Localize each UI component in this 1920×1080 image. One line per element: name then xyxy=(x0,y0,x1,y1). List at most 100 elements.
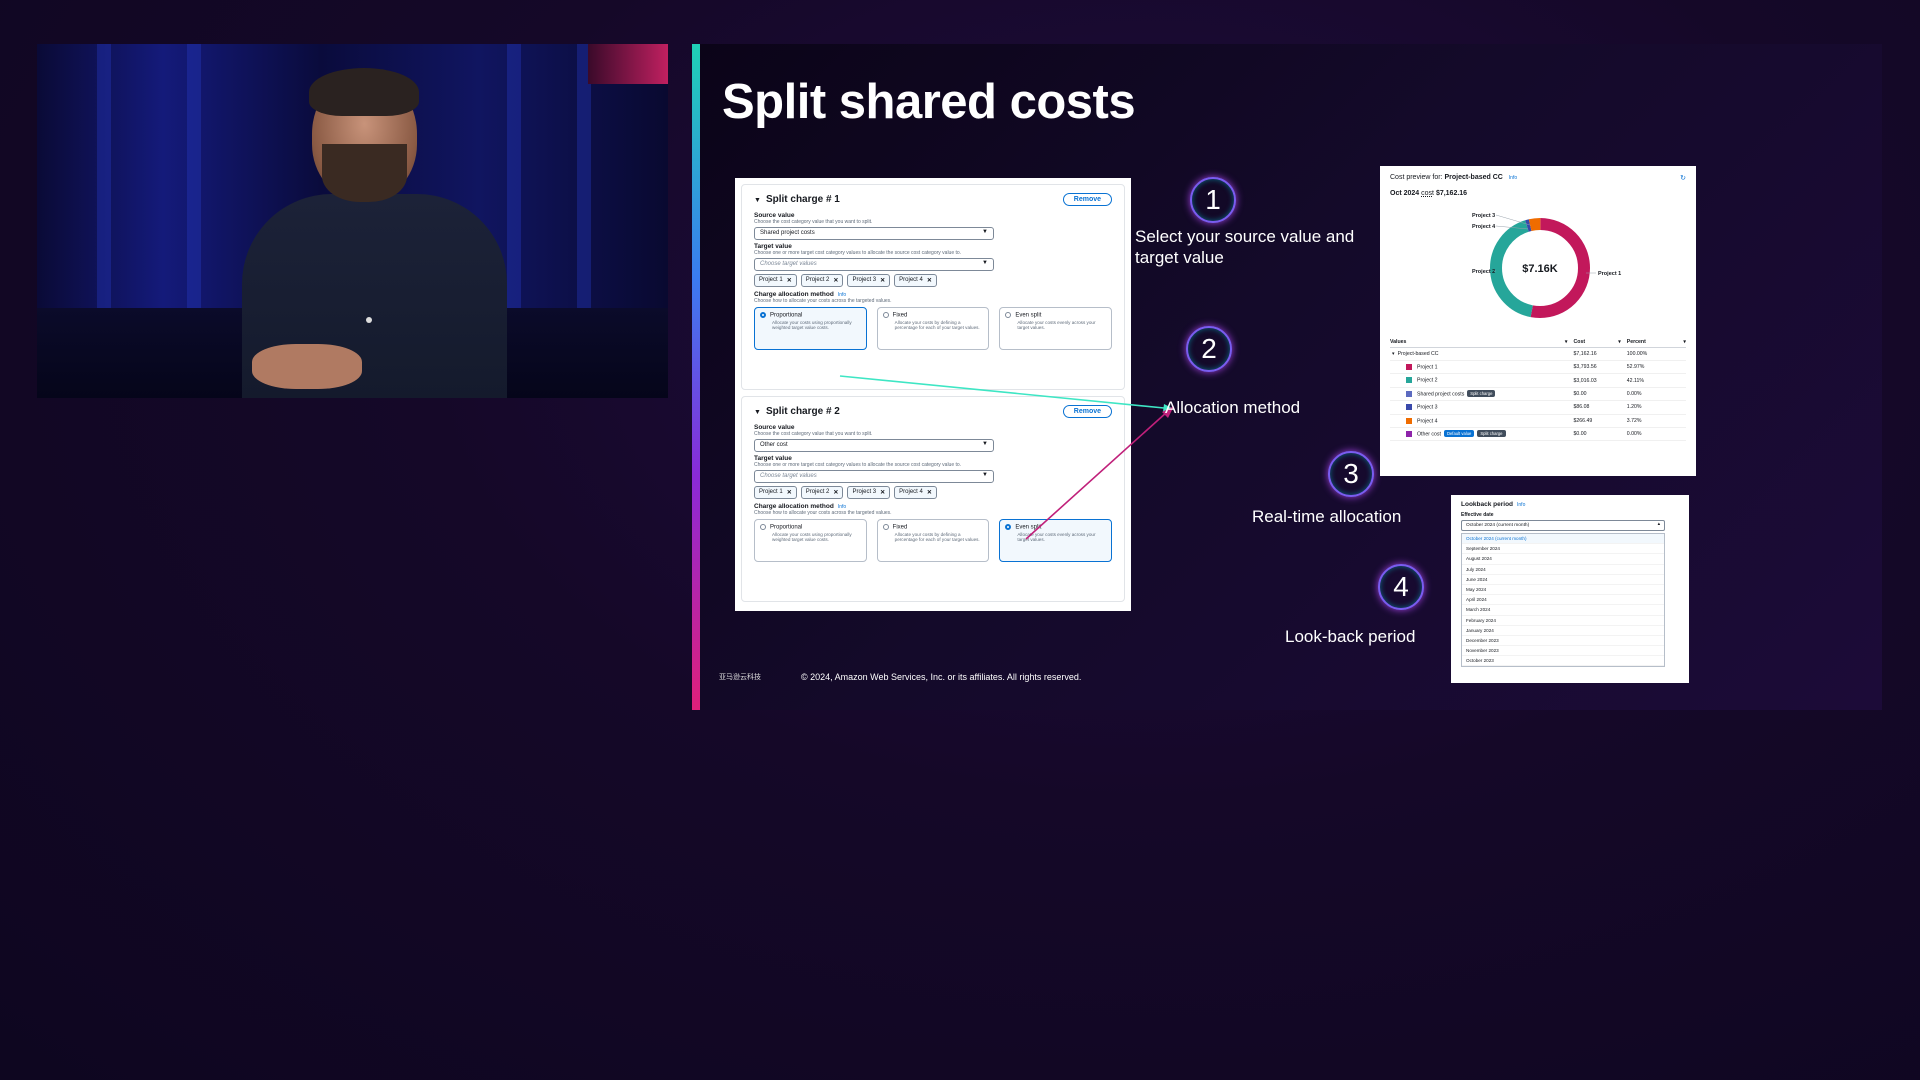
series-swatch xyxy=(1406,417,1412,424)
effective-date-option[interactable]: October 2023 xyxy=(1462,656,1664,667)
step-2-badge: 2 xyxy=(1186,326,1232,372)
step-2-text: Allocation method xyxy=(1165,398,1301,417)
speaker-beard xyxy=(322,144,407,202)
table-row: Project 2 $3,016.03 42.11% xyxy=(1390,373,1686,388)
col-percent[interactable]: Percent ▾ xyxy=(1626,337,1686,348)
cost-preview-table: Values ▾ Cost ▾ Percent ▾ ▾ Project-based… xyxy=(1390,337,1686,442)
cost-donut-chart: $7.16K Project 3 Project 4 Project 2 Project… xyxy=(1390,201,1690,331)
step-1-text: Select your source value and target valu… xyxy=(1135,227,1355,268)
donut-center-label: $7.16K xyxy=(1522,263,1558,275)
period-label: Oct 2024 xyxy=(1390,190,1420,197)
row-cost-cell: $7,162.16 xyxy=(1573,347,1627,361)
col-values[interactable]: Values ▾ xyxy=(1390,337,1574,348)
series-swatch xyxy=(1406,430,1412,437)
cost-preview-panel: Cost preview for: Project-based CC Info … xyxy=(1380,166,1696,476)
status-badge: Split charge xyxy=(1477,430,1506,438)
speaker-hand xyxy=(252,344,362,389)
donut-label: Project 3 xyxy=(1472,213,1495,219)
slide-footer: 亚马逊云科技 © 2024, Amazon Web Services, Inc.… xyxy=(719,672,1081,682)
row-name-cell: Project 2 xyxy=(1390,373,1574,388)
cost-preview-period: Oct 2024 cost $7,162.16 xyxy=(1390,190,1686,197)
status-badge: Default value xyxy=(1443,430,1475,438)
effective-date-option[interactable]: April 2024 xyxy=(1462,595,1664,606)
effective-date-option[interactable]: October 2024 (current month) xyxy=(1462,534,1664,545)
cost-preview-info-link[interactable]: Info xyxy=(1509,175,1517,181)
donut-label-leader xyxy=(1495,214,1531,226)
aws-logo: 亚马逊云科技 xyxy=(719,674,761,681)
presentation-slide: Split shared costs ▼ Split charge # 1 Rem… xyxy=(692,44,1882,710)
row-name-cell: Other cost Default value Split charge xyxy=(1390,427,1574,442)
effective-date-options: October 2024 (current month) September 20… xyxy=(1461,533,1665,668)
speaker-hair xyxy=(309,68,419,116)
effective-date-option[interactable]: January 2024 xyxy=(1462,626,1664,636)
table-row: Project 4 $266.49 3.72% xyxy=(1390,414,1686,428)
cost-preview-label: Cost preview for: xyxy=(1390,174,1443,181)
cost-preview-name: Project-based CC xyxy=(1444,174,1503,181)
table-row: ▾ Project-based CC $7,162.16 100.00% xyxy=(1390,347,1686,361)
table-row: Project 1 $3,793.56 52.97% xyxy=(1390,360,1686,375)
step-connectors xyxy=(839,375,1174,540)
row-cost-cell: $3,016.03 xyxy=(1573,373,1627,388)
status-badge: Split charge xyxy=(1467,390,1496,398)
effective-date-option[interactable]: May 2024 xyxy=(1462,585,1664,596)
row-percent-cell: 100.00% xyxy=(1626,347,1686,361)
row-cost-cell: $266.49 xyxy=(1573,414,1627,428)
lookback-period-panel: Lookback period Info Effective date Octob… xyxy=(1451,495,1689,683)
step-4-text: Look-back period xyxy=(1285,627,1416,646)
cost-preview-rows: ▾ Project-based CC $7,162.16 100.00% Proj… xyxy=(1390,347,1686,442)
effective-date-option[interactable]: February 2024 xyxy=(1462,616,1664,626)
speaker-video xyxy=(37,44,668,398)
chevron-up-icon: ▴ xyxy=(1657,522,1660,527)
row-percent-cell: 0.00% xyxy=(1626,387,1686,402)
series-swatch xyxy=(1406,364,1412,370)
row-cost-cell: $0.00 xyxy=(1573,427,1627,442)
series-swatch xyxy=(1406,404,1412,411)
caret-down-icon[interactable]: ▾ xyxy=(1392,351,1395,357)
total-cost: $7,162.16 xyxy=(1435,190,1468,197)
connector-line-proportional xyxy=(839,375,1165,409)
step-3-badge: 3 xyxy=(1328,451,1374,497)
row-percent-cell: 52.97% xyxy=(1626,360,1686,375)
donut-svg: $7.16K Project 3 Project 4 Project 2 Project… xyxy=(1472,213,1621,318)
effective-date-option[interactable]: September 2024 xyxy=(1462,544,1664,555)
donut-label: Project 4 xyxy=(1472,224,1496,230)
donut-label: Project 2 xyxy=(1472,269,1495,275)
row-percent-cell: 3.72% xyxy=(1626,414,1686,428)
effective-date-option[interactable]: August 2024 xyxy=(1462,554,1664,565)
donut-label: Project 1 xyxy=(1598,271,1621,277)
cost-preview-header: Cost preview for: Project-based CC Info … xyxy=(1390,174,1686,182)
lookback-title: Lookback period Info xyxy=(1461,501,1526,508)
table-row: Shared project costs Split charge $0.00 0… xyxy=(1390,387,1686,402)
row-name-cell: Project 3 xyxy=(1390,400,1574,415)
effective-date-option[interactable]: July 2024 xyxy=(1462,565,1664,575)
table-row: Other cost Default value Split charge $0.0… xyxy=(1390,427,1686,442)
table-row: Project 3 $86.08 1.20% xyxy=(1390,400,1686,415)
col-cost[interactable]: Cost ▾ xyxy=(1573,337,1627,348)
refresh-icon[interactable]: ↻ xyxy=(1680,174,1686,182)
row-percent-cell: 0.00% xyxy=(1626,427,1686,442)
row-percent-cell: 42.11% xyxy=(1626,373,1686,388)
row-name-cell: Project 1 xyxy=(1390,360,1574,375)
step-4-badge: 4 xyxy=(1378,564,1424,610)
effective-date-option[interactable]: November 2023 xyxy=(1462,646,1664,657)
row-name-cell: ▾ Project-based CC xyxy=(1390,347,1574,361)
copyright-text: © 2024, Amazon Web Services, Inc. or its… xyxy=(801,672,1082,682)
row-name-cell: Shared project costs Split charge xyxy=(1390,387,1574,402)
effective-date-option[interactable]: June 2024 xyxy=(1462,575,1664,585)
row-cost-cell: $0.00 xyxy=(1573,387,1627,402)
table-header-row: Values ▾ Cost ▾ Percent ▾ xyxy=(1390,337,1686,348)
lookback-info-link[interactable]: Info xyxy=(1517,502,1525,508)
row-percent-cell: 1.20% xyxy=(1626,400,1686,415)
lapel-mic xyxy=(366,317,372,323)
series-swatch xyxy=(1406,377,1412,384)
effective-date-select[interactable]: October 2024 (current month) ▴ xyxy=(1461,520,1665,531)
step-1-badge: 1 xyxy=(1190,177,1236,223)
effective-date-option[interactable]: March 2024 xyxy=(1462,605,1664,616)
row-cost-cell: $3,793.56 xyxy=(1573,360,1627,375)
effective-date-option[interactable]: December 2023 xyxy=(1462,636,1664,647)
effective-date-label: Effective date xyxy=(1461,512,1494,518)
row-cost-cell: $86.08 xyxy=(1573,400,1627,415)
row-name-cell: Project 4 xyxy=(1390,414,1574,428)
connector-line-even-split xyxy=(1025,411,1168,540)
cost-word: cost xyxy=(1421,190,1434,197)
